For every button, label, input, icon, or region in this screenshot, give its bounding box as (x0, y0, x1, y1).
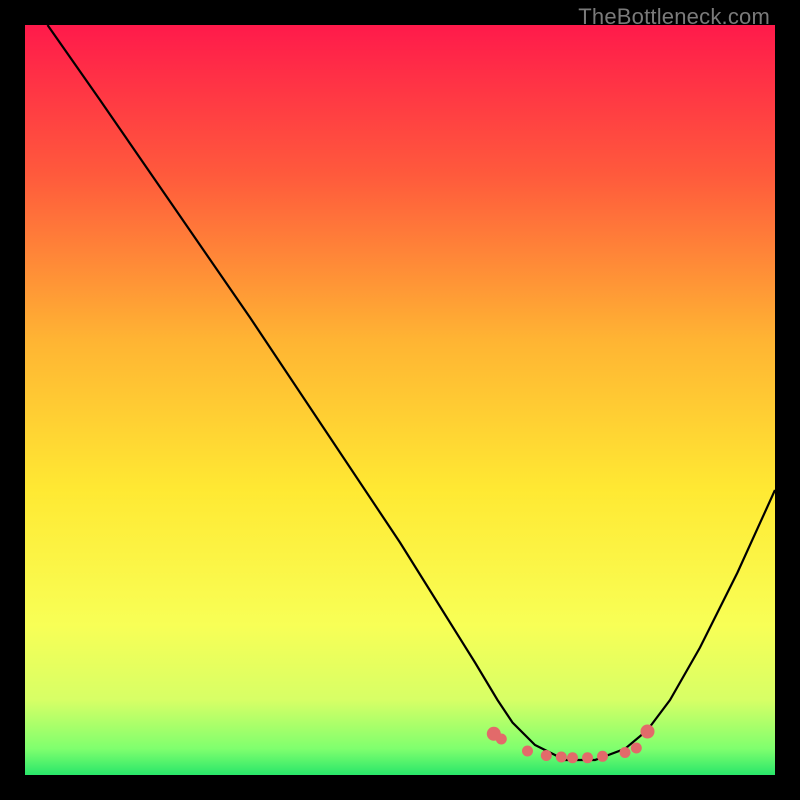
chart-frame (25, 25, 775, 775)
watermark-text: TheBottleneck.com (578, 4, 770, 30)
chart-svg (25, 25, 775, 775)
optimum-marker (620, 747, 631, 758)
optimum-marker (567, 752, 578, 763)
optimum-marker (597, 751, 608, 762)
optimum-marker (631, 743, 642, 754)
optimum-marker (582, 752, 593, 763)
chart-background (25, 25, 775, 775)
optimum-marker (496, 734, 507, 745)
optimum-marker (522, 746, 533, 757)
optimum-marker (641, 725, 655, 739)
optimum-marker (556, 752, 567, 763)
optimum-marker (541, 750, 552, 761)
